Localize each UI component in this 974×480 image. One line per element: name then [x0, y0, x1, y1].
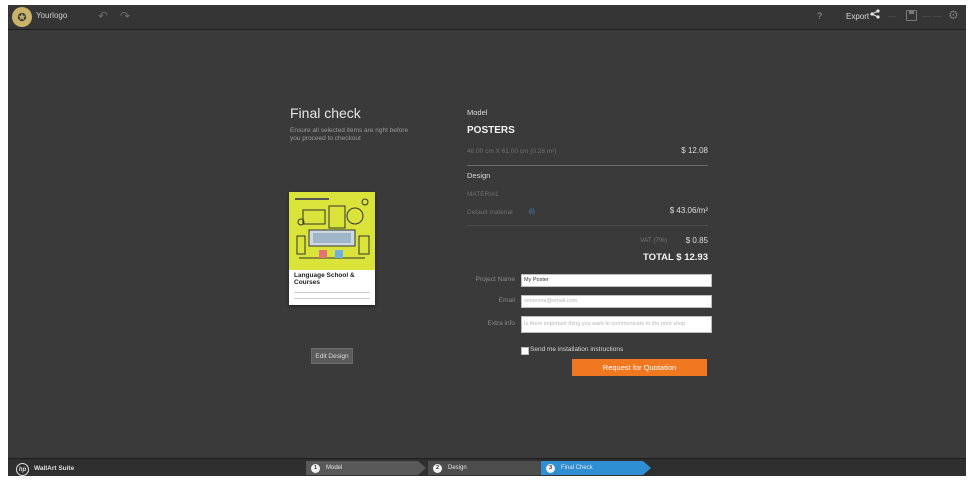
material-price: $ 43.06/m² [669, 206, 708, 215]
divider [467, 165, 708, 166]
step-label: Design [448, 465, 467, 471]
suite-name: WallArt Suite [34, 465, 75, 472]
step-label: Final Check [561, 465, 593, 471]
step-model[interactable]: 1 Model [306, 461, 426, 475]
bottom-bar: hp WallArt Suite 1 Model 2 Design 3 Fina… [8, 458, 966, 476]
checkbox-label: Send me installation instructions [530, 346, 624, 353]
poster-title: Language School & Courses [294, 272, 355, 286]
undo-icon[interactable]: ↶ [98, 9, 108, 23]
disabled-toolbar-item: — [888, 12, 896, 21]
project-name-label: Project Name [475, 276, 515, 283]
hp-logo-icon: hp [16, 463, 29, 476]
email-label: Email [498, 297, 515, 304]
email-input[interactable]: someone@email.com [521, 295, 712, 308]
edit-design-button[interactable]: Edit Design [311, 348, 353, 364]
step-label: Model [326, 465, 343, 471]
poster-divider [294, 292, 370, 293]
poster-divider [294, 298, 370, 299]
export-button[interactable]: Export [846, 12, 869, 21]
design-label: Design [467, 171, 491, 180]
poster-preview: Language School & Courses [289, 192, 375, 305]
save-icon[interactable] [906, 10, 917, 21]
model-name: POSTERS [467, 125, 515, 136]
vat-value: $ 0.85 [685, 236, 708, 245]
material-label: MATERIAL [467, 191, 500, 198]
share-icon[interactable] [870, 9, 880, 22]
model-label: Model [467, 108, 488, 117]
top-toolbar: ✪ Yourlogo ↶ ↷ ? Export — — — ⚙ [8, 5, 966, 30]
project-name-input[interactable]: My Poster [521, 274, 712, 287]
page-title: Final check [290, 105, 361, 121]
installation-instructions-checkbox[interactable] [521, 347, 529, 355]
disabled-toolbar-item: — — [923, 12, 942, 21]
request-quotation-button[interactable]: Request for Quotation [572, 359, 707, 376]
company-logo-icon[interactable]: ✪ [12, 7, 32, 27]
material-name: Default material [467, 209, 513, 216]
help-button[interactable]: ? [817, 11, 822, 21]
page-subtitle: Ensure all selected items are right befo… [290, 127, 409, 142]
step-number: 2 [433, 463, 442, 473]
brand-name: Yourlogo [36, 11, 68, 20]
step-number: 1 [311, 463, 320, 473]
extra-info-label: Extra info [487, 320, 515, 327]
model-price: $ 12.08 [681, 146, 708, 155]
redo-icon[interactable]: ↷ [120, 9, 130, 23]
step-number: 3 [546, 463, 555, 473]
poster-artwork [289, 192, 375, 270]
extra-info-textarea[interactable]: Is there important thing you want to com… [521, 316, 712, 333]
model-dimensions: 46.00 cm X 61.00 cm (0.28 m²) [467, 148, 557, 155]
step-final-check[interactable]: 3 Final Check [541, 461, 651, 475]
step-design[interactable]: 2 Design [428, 461, 548, 475]
app-window: ✪ Yourlogo ↶ ↷ ? Export — — — ⚙ Final ch… [8, 5, 966, 476]
total-price: TOTAL $ 12.93 [643, 252, 708, 263]
divider [467, 225, 708, 226]
gear-icon[interactable]: ⚙ [948, 8, 959, 22]
material-info-icon[interactable]: (i) [529, 208, 535, 215]
